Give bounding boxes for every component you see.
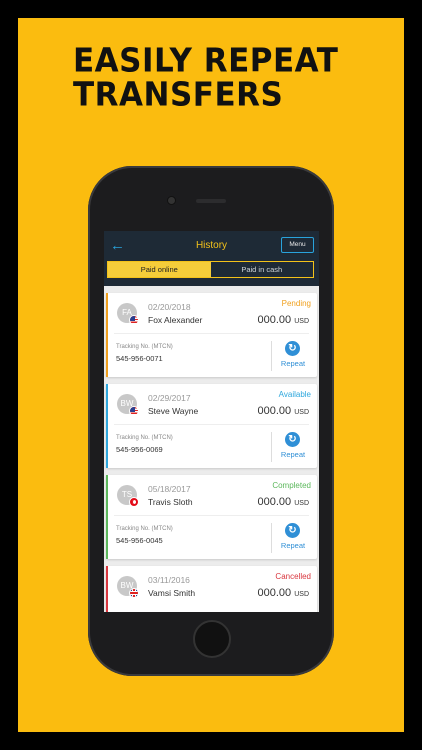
currency-code: USD <box>294 318 309 325</box>
repeat-button[interactable]: Repeat <box>275 450 311 459</box>
status-stripe <box>106 475 108 559</box>
transfer-date: 03/11/2016 <box>148 575 190 585</box>
recipient-name: Steve Wayne <box>148 406 199 416</box>
app-screen: ← History Menu Paid online Paid in cash … <box>104 231 319 612</box>
card-divider <box>114 424 309 425</box>
amount-value: 000.00 <box>257 314 292 326</box>
status-stripe <box>106 566 108 612</box>
transfer-date: 02/29/2017 <box>148 393 191 403</box>
headline-line-2: TRANSFERS <box>73 75 284 114</box>
status-badge: Available <box>278 390 311 399</box>
tab-paid-in-cash[interactable]: Paid in cash <box>210 262 313 277</box>
tracking-label: Tracking No. (MTCN) <box>116 526 173 532</box>
amount-value: 000.00 <box>257 405 292 417</box>
earpiece-speaker <box>196 199 226 203</box>
menu-button[interactable]: Menu <box>281 237 314 253</box>
card-divider <box>114 333 309 334</box>
repeat-button[interactable]: Repeat <box>275 541 311 550</box>
repeat-button[interactable]: Repeat <box>275 359 311 368</box>
transfer-card[interactable]: TS 05/18/2017 Travis Sloth Completed 000.00 … <box>106 475 317 559</box>
transfer-amount: 000.00 USD <box>258 587 310 599</box>
repeat-separator <box>271 432 272 462</box>
headline-line-1: EASILY REPEAT <box>73 42 339 81</box>
status-badge: Pending <box>281 299 311 308</box>
history-filter-tabs: Paid online Paid in cash <box>107 261 314 278</box>
country-flag-icon <box>129 406 139 416</box>
amount-value: 000.00 <box>257 496 292 508</box>
status-badge: Cancelled <box>275 572 311 581</box>
repeat-icon[interactable]: ↻ <box>285 341 300 356</box>
tracking-number: 545-956-0069 <box>116 445 163 454</box>
transfer-card[interactable]: FA 02/20/2018 Fox Alexander Pending 000.00 U… <box>106 293 317 377</box>
recipient-name: Vamsi Smith <box>148 588 196 598</box>
transfer-amount: 000.00 USD <box>258 405 310 417</box>
status-stripe <box>106 293 108 377</box>
tracking-number: 545-956-0071 <box>116 354 163 363</box>
transfer-amount: 000.00 USD <box>258 496 310 508</box>
status-stripe <box>106 384 108 468</box>
repeat-icon[interactable]: ↻ <box>285 432 300 447</box>
recipient-name: Fox Alexander <box>148 315 203 325</box>
repeat-separator <box>271 341 272 371</box>
currency-code: USD <box>294 409 309 416</box>
tracking-label: Tracking No. (MTCN) <box>116 344 173 350</box>
tracking-label: Tracking No. (MTCN) <box>116 435 173 441</box>
country-flag-icon <box>129 497 139 507</box>
currency-code: USD <box>294 591 309 598</box>
repeat-icon[interactable]: ↻ <box>285 523 300 538</box>
tracking-number: 545-956-0045 <box>116 536 163 545</box>
transfer-date: 05/18/2017 <box>148 484 191 494</box>
country-flag-icon <box>129 315 139 325</box>
app-header: ← History Menu Paid online Paid in cash <box>104 231 319 286</box>
transfer-card[interactable]: BW 02/29/2017 Steve Wayne Available 000.00 U… <box>106 384 317 468</box>
transfer-card[interactable]: BW 03/11/2016 Vamsi Smith Cancelled 000.00 U… <box>106 566 317 612</box>
card-divider <box>114 515 309 516</box>
amount-value: 000.00 <box>257 587 292 599</box>
front-camera <box>168 197 175 204</box>
tab-paid-online[interactable]: Paid online <box>108 262 211 277</box>
repeat-separator <box>271 523 272 553</box>
promo-headline: EASILY REPEAT TRANSFERS <box>73 44 338 111</box>
home-button[interactable] <box>193 620 231 658</box>
status-badge: Completed <box>272 481 311 490</box>
currency-code: USD <box>294 500 309 507</box>
recipient-name: Travis Sloth <box>148 497 193 507</box>
transfer-amount: 000.00 USD <box>258 314 310 326</box>
transfer-date: 02/20/2018 <box>148 302 191 312</box>
country-flag-icon <box>129 588 139 598</box>
